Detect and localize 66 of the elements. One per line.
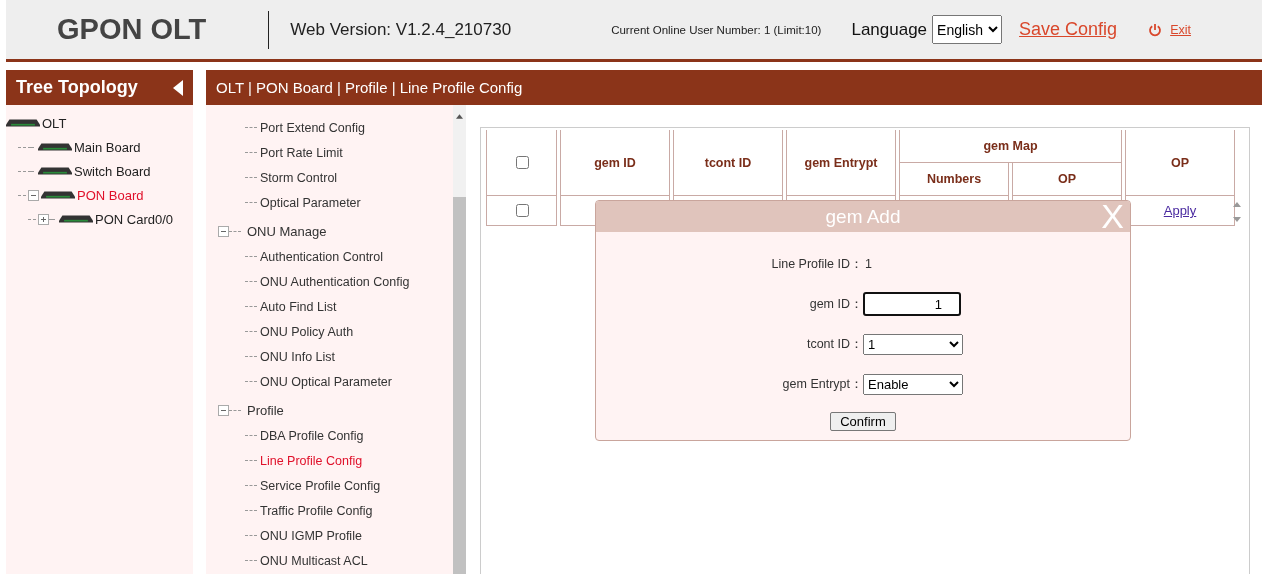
tree-item[interactable]: Switch Board bbox=[74, 163, 151, 179]
menu-group[interactable]: ONU Manage bbox=[247, 224, 327, 239]
device-icon bbox=[41, 191, 75, 199]
menu-item[interactable]: Authentication Control bbox=[260, 249, 383, 264]
gem-id-input[interactable]: 1 bbox=[863, 292, 961, 316]
dropdown-select[interactable]: 1 bbox=[863, 333, 963, 355]
scroll-up-icon[interactable] bbox=[456, 114, 463, 119]
dropdown-select[interactable]: Enable bbox=[863, 373, 963, 395]
menu-item[interactable]: ONU Optical Parameter bbox=[260, 374, 392, 389]
menu-item[interactable]: Service Profile Config bbox=[260, 478, 381, 493]
logo-text: GPON OLT bbox=[57, 13, 207, 46]
version-text: Web Version: V1.2.4_210730 bbox=[290, 19, 512, 40]
menu-item[interactable]: ONU Info List bbox=[260, 349, 336, 364]
device-icon bbox=[59, 215, 93, 223]
field-label: gem ID： bbox=[808, 295, 863, 313]
menu-item[interactable]: Optical Parameter bbox=[260, 195, 361, 210]
menu-group[interactable]: Profile bbox=[247, 403, 284, 418]
column-header: Numbers bbox=[899, 163, 1009, 196]
menu-item[interactable]: Line Profile Config bbox=[260, 453, 363, 468]
dialog-title: gem Add bbox=[825, 205, 901, 228]
column-header: OP bbox=[1125, 130, 1235, 196]
menu-item[interactable]: Storm Control bbox=[260, 170, 338, 185]
online-users-text: Current Online User Number: 1 (Limit:10) bbox=[611, 23, 822, 36]
field-label: gem Entrypt： bbox=[781, 375, 863, 393]
tree-item[interactable]: Main Board bbox=[74, 139, 141, 155]
language-select[interactable]: English bbox=[932, 15, 1003, 44]
exit-link[interactable]: Exit bbox=[1170, 22, 1191, 37]
language-label: Language bbox=[851, 19, 928, 40]
device-icon bbox=[38, 167, 72, 175]
menu-item[interactable]: ONU Multicast ACL bbox=[260, 553, 368, 568]
column-header: tcont ID bbox=[673, 130, 783, 196]
menu-item[interactable]: Auto Find List bbox=[260, 299, 337, 314]
menu-item[interactable]: Port Extend Config bbox=[260, 120, 365, 135]
scrollbar[interactable] bbox=[453, 105, 466, 574]
field-label: Line Profile ID： bbox=[770, 255, 863, 273]
tree-title: Tree Topology bbox=[16, 77, 138, 98]
menu-item[interactable]: ONU Policy Auth bbox=[260, 324, 354, 339]
tree-item[interactable]: OLT bbox=[42, 115, 67, 131]
field-label: tcont ID： bbox=[805, 335, 863, 353]
column-header: gem ID bbox=[560, 130, 670, 196]
collapse-icon[interactable] bbox=[173, 79, 183, 96]
menu-item[interactable]: Traffic Profile Config bbox=[260, 503, 373, 518]
menu-item[interactable]: DBA Profile Config bbox=[260, 428, 364, 443]
device-icon bbox=[38, 143, 72, 151]
save-config-link[interactable]: Save Config bbox=[1019, 19, 1118, 40]
toggle-icon[interactable] bbox=[218, 226, 229, 237]
confirm-button[interactable]: Confirm bbox=[830, 412, 896, 431]
menu-item[interactable]: ONU IGMP Profile bbox=[260, 528, 362, 543]
column-header: OP bbox=[1012, 163, 1122, 196]
menu-item[interactable]: ONU Authentication Config bbox=[260, 274, 410, 289]
toggle-icon[interactable] bbox=[38, 213, 49, 225]
row-checkbox[interactable] bbox=[515, 204, 529, 217]
menu-item[interactable]: Port Rate Limit bbox=[260, 145, 343, 160]
select-all-checkbox[interactable] bbox=[515, 156, 529, 169]
field-value: 1 bbox=[865, 257, 872, 271]
column-header: gem Map bbox=[899, 130, 1122, 163]
toggle-icon[interactable] bbox=[218, 405, 229, 416]
power-icon[interactable] bbox=[1148, 22, 1163, 37]
breadcrumb: OLT | PON Board | Profile | Line Profile Config bbox=[216, 79, 523, 96]
toggle-icon[interactable] bbox=[28, 189, 39, 201]
tree-item[interactable]: PON Card0/0 bbox=[95, 211, 174, 227]
device-icon bbox=[6, 119, 40, 127]
tree-item[interactable]: PON Board bbox=[77, 187, 144, 203]
scroll-arrows-icon[interactable] bbox=[1233, 200, 1241, 224]
apply-link[interactable]: Apply bbox=[1163, 203, 1197, 218]
column-header: gem Entrypt bbox=[786, 130, 896, 196]
